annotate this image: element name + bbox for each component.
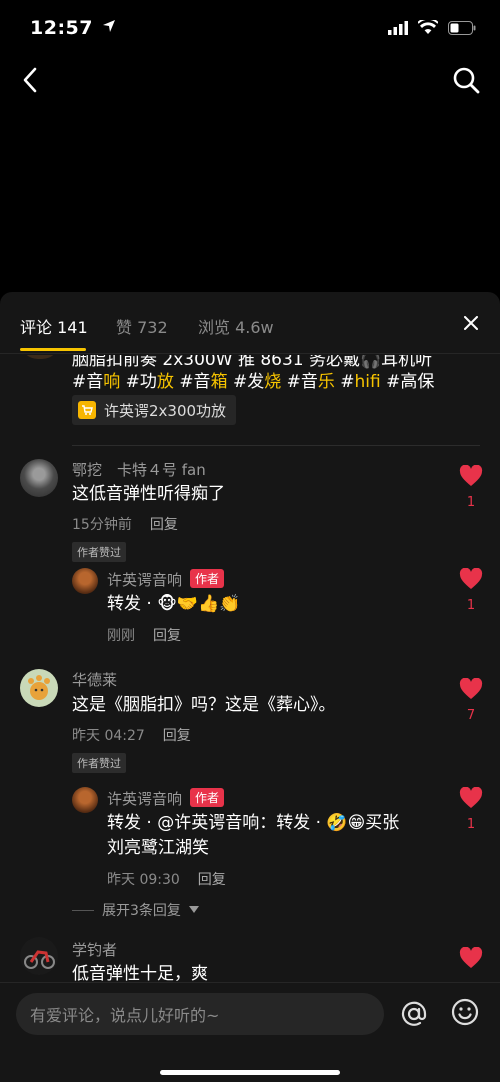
- tab-likes[interactable]: 赞 732: [116, 314, 168, 338]
- hashtag[interactable]: #功放: [126, 372, 174, 392]
- wifi-icon: [418, 20, 438, 34]
- like-count: 1: [466, 598, 476, 613]
- divider: [72, 445, 480, 446]
- author-avatar[interactable]: [72, 568, 98, 594]
- author-tag: 作者: [190, 788, 225, 807]
- comment-list: 胭脂扣前奏 2x300W 推 8631 务必戴🎧耳机听 #音响 #功放 #音箱 …: [0, 355, 500, 982]
- reply-time: 刚刚: [107, 628, 135, 644]
- reply-button[interactable]: 回复: [163, 728, 191, 744]
- search-button[interactable]: [450, 64, 482, 96]
- comment-text[interactable]: 这低音弹性听得痴了: [72, 481, 225, 508]
- search-icon: [453, 67, 480, 94]
- author-tag: 作者: [190, 569, 225, 588]
- like-count: 7: [466, 708, 476, 723]
- like-count: 1: [466, 495, 476, 510]
- status-icons: [388, 20, 476, 35]
- comment-text[interactable]: 低音弹性十足，爽: [72, 961, 208, 982]
- shopping-cart-icon: [78, 401, 96, 419]
- tab-comments[interactable]: 评论 141: [20, 314, 88, 338]
- home-indicator: [160, 1070, 340, 1075]
- cellular-signal-icon: [388, 20, 408, 35]
- comment-meta: 昨天 04:27 回复: [72, 725, 191, 745]
- location-arrow-icon: [103, 20, 116, 32]
- comment-time: 昨天 04:27: [72, 728, 145, 744]
- heart-icon: [459, 786, 483, 808]
- heart-icon: [459, 677, 483, 699]
- reply-text[interactable]: 转发 · 🐵🤝👍👏: [107, 591, 240, 618]
- comment-text[interactable]: 这是《胭脂扣》吗？这是《葬心》。: [72, 692, 336, 719]
- status-bar: 12:57: [0, 0, 500, 60]
- commenter-name[interactable]: 华德莱: [72, 669, 117, 690]
- hashtag[interactable]: #音乐: [287, 372, 335, 392]
- hashtag[interactable]: #发烧: [233, 372, 281, 392]
- author-liked-badge: 作者赞过: [72, 753, 126, 773]
- reply-button[interactable]: 回复: [150, 517, 178, 533]
- comment-time: 15分钟前: [72, 517, 132, 533]
- caret-down-icon: [188, 906, 199, 913]
- author-avatar[interactable]: [72, 787, 98, 813]
- battery-icon: [448, 20, 476, 35]
- reply-time: 昨天 09:30: [107, 872, 180, 888]
- mention-button[interactable]: [398, 993, 430, 1035]
- chevron-left-icon: [23, 67, 37, 93]
- commenter-name[interactable]: 鄂挖 卡特４号 fan: [72, 459, 206, 480]
- tab-indicator: [20, 348, 86, 351]
- heart-icon: [459, 946, 483, 968]
- hashtag[interactable]: #音箱: [179, 372, 227, 392]
- cartoon-avatar-icon: [28, 675, 50, 700]
- reply-author[interactable]: 许英谔音响 作者: [107, 788, 225, 809]
- reply-meta: 刚刚 回复: [107, 625, 181, 645]
- comment-sheet: 评论 141 赞 732 浏览 4.6w 胭脂扣前奏 2x300W 推 8631…: [0, 292, 500, 1082]
- reply-text-line2[interactable]: 刘亮鹭江湖笑: [107, 835, 209, 862]
- comment-input-bar: 有爱评论，说点儿好听的~: [0, 982, 500, 1082]
- commenter-name[interactable]: 学钓者: [72, 939, 117, 960]
- smiley-icon: [451, 998, 479, 1026]
- like-button[interactable]: 1: [456, 464, 486, 510]
- product-label: 许英谔2x300功放: [104, 401, 227, 420]
- close-icon: [464, 316, 478, 330]
- expand-replies-button[interactable]: 展开3条回复: [72, 900, 199, 920]
- author-liked-badge: 作者赞过: [72, 542, 126, 562]
- back-button[interactable]: [16, 64, 44, 96]
- like-button[interactable]: [456, 946, 486, 973]
- at-sign-icon: [401, 1001, 427, 1026]
- post-hashtags: #音响 #功放 #音箱 #发烧 #音乐 #hifi #高保: [72, 369, 434, 395]
- reply-author[interactable]: 许英谔音响 作者: [107, 569, 225, 590]
- heart-icon: [459, 567, 483, 589]
- divider-line: [72, 909, 94, 911]
- status-time: 12:57: [30, 17, 116, 39]
- commenter-avatar[interactable]: [20, 459, 58, 497]
- motorcycle-icon: [24, 950, 55, 969]
- expand-replies-label: 展开3条回复: [102, 903, 181, 919]
- like-button[interactable]: 1: [456, 786, 486, 832]
- close-button[interactable]: [460, 312, 482, 334]
- author-avatar[interactable]: [20, 355, 60, 359]
- commenter-avatar[interactable]: [20, 937, 58, 975]
- emoji-button[interactable]: [450, 997, 480, 1027]
- reply-button[interactable]: 回复: [153, 628, 181, 644]
- like-button[interactable]: 1: [456, 567, 486, 613]
- hashtag[interactable]: #音响: [72, 372, 120, 392]
- reply-text-line1[interactable]: 转发 · @许英谔音响：转发 · 🤣😁买张: [107, 810, 399, 837]
- hashtag[interactable]: #高保: [386, 372, 434, 392]
- reply-button[interactable]: 回复: [198, 872, 226, 888]
- like-count: 1: [466, 817, 476, 832]
- comment-input-placeholder: 有爱评论，说点儿好听的~: [30, 1006, 220, 1025]
- product-link[interactable]: 许英谔2x300功放: [72, 395, 237, 425]
- status-time-text: 12:57: [30, 17, 93, 39]
- comment-input[interactable]: 有爱评论，说点儿好听的~: [16, 993, 384, 1035]
- comment-tabs: 评论 141 赞 732 浏览 4.6w: [0, 292, 500, 354]
- reply-meta: 昨天 09:30 回复: [107, 869, 226, 889]
- hashtag[interactable]: #hifi: [340, 372, 380, 392]
- tab-views[interactable]: 浏览 4.6w: [198, 314, 274, 338]
- heart-icon: [459, 464, 483, 486]
- like-button[interactable]: 7: [456, 677, 486, 723]
- commenter-avatar[interactable]: [20, 669, 58, 707]
- comment-meta: 15分钟前 回复: [72, 514, 178, 534]
